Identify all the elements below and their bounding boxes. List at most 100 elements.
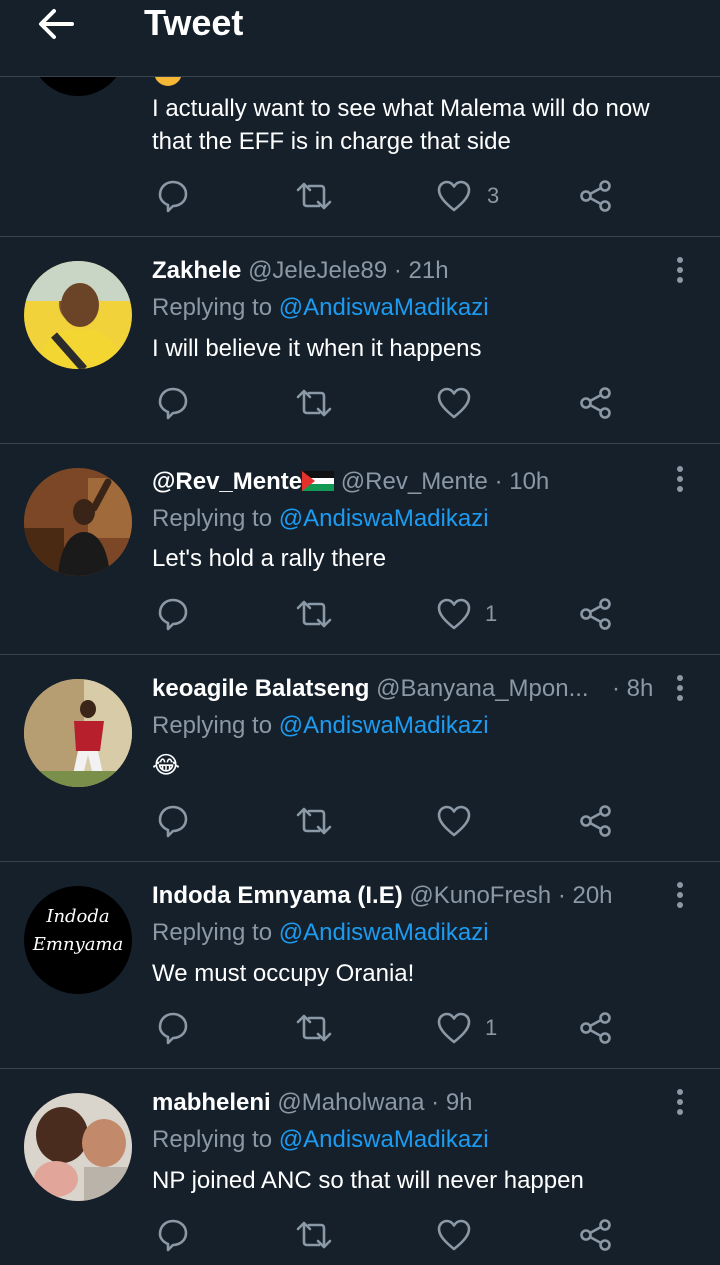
reply-icon — [158, 1012, 188, 1045]
reply-tweet[interactable]: mabheleni @Maholwana · 9h Replying to @A… — [0, 1069, 720, 1265]
avatar-image — [24, 261, 132, 369]
heart-icon — [437, 598, 471, 630]
back-button[interactable] — [34, 6, 78, 42]
timestamp[interactable]: · 9h — [431, 1089, 472, 1116]
like-button[interactable] — [434, 176, 474, 216]
timestamp[interactable]: · 8h — [612, 674, 653, 704]
retweet-icon — [296, 1014, 332, 1042]
like-count: 1 — [485, 601, 498, 626]
like-button[interactable] — [434, 801, 474, 841]
user-handle[interactable]: @Maholwana — [277, 1089, 424, 1116]
avatar-text-1: Indoda — [46, 906, 110, 927]
replying-to-link[interactable]: @AndiswaMadikazi — [279, 712, 489, 739]
tweet-text: We must occupy Orania! — [152, 960, 415, 987]
timestamp[interactable]: · 10h — [495, 468, 550, 495]
avatar[interactable] — [24, 261, 132, 369]
more-options-button[interactable] — [668, 674, 692, 704]
more-vertical-icon — [677, 675, 683, 701]
heart-icon — [437, 1012, 471, 1044]
display-name[interactable]: Zakhele — [152, 257, 241, 284]
more-vertical-icon — [677, 257, 683, 283]
like-count: 3 — [487, 183, 500, 208]
like-count: 1 — [485, 1015, 498, 1040]
user-handle[interactable]: @Banyana_Mpon... — [376, 675, 589, 702]
top-bar: Tweet — [0, 0, 720, 77]
timestamp[interactable]: · 21h — [394, 257, 449, 284]
more-options-button[interactable] — [668, 881, 692, 911]
replying-to-link[interactable]: @AndiswaMadikazi — [279, 294, 489, 321]
replying-to-link[interactable]: @AndiswaMadikazi — [279, 919, 489, 946]
avatar-image — [24, 468, 132, 576]
heart-icon — [437, 180, 471, 212]
reply-button[interactable] — [152, 176, 192, 216]
retweet-icon — [296, 389, 332, 417]
flag-icon — [302, 471, 335, 491]
tweet-text: 😂 — [152, 752, 181, 779]
retweet-icon — [296, 807, 332, 835]
retweet-icon — [296, 600, 332, 628]
like-button[interactable] — [434, 383, 474, 423]
tweet-text: NP joined ANC so that will never happen — [152, 1167, 584, 1194]
heart-icon — [437, 387, 471, 419]
reply-button[interactable] — [152, 1215, 192, 1255]
retweet-button[interactable] — [294, 1008, 334, 1048]
retweet-button[interactable] — [294, 1215, 334, 1255]
replying-label: Replying to — [152, 294, 273, 321]
like-button[interactable] — [434, 594, 474, 634]
user-handle[interactable]: @JeleJele89 — [248, 257, 387, 284]
like-button[interactable] — [434, 1215, 474, 1255]
reply-button[interactable] — [152, 594, 192, 634]
share-button[interactable] — [576, 1215, 616, 1255]
avatar-image — [24, 679, 132, 787]
replying-label: Replying to — [152, 919, 273, 946]
tweet-text-line-1: I actually want to see what Malema will … — [152, 95, 650, 122]
reply-button[interactable] — [152, 1008, 192, 1048]
display-name[interactable]: @Rev_Mente — [152, 468, 302, 495]
tweet-text: I will believe it when it happens — [152, 335, 482, 362]
reply-button[interactable] — [152, 801, 192, 841]
display-name[interactable]: Indoda Emnyama (I.E) — [152, 882, 403, 909]
retweet-button[interactable] — [294, 594, 334, 634]
replying-to-link[interactable]: @AndiswaMadikazi — [279, 1126, 489, 1153]
retweet-icon — [296, 182, 332, 210]
share-button[interactable] — [576, 594, 616, 634]
more-options-button[interactable] — [668, 1088, 692, 1118]
reply-tweet[interactable]: Zakhele @JeleJele89 · 21h Replying to @A… — [0, 237, 720, 444]
share-button[interactable] — [576, 1008, 616, 1048]
reply-icon — [158, 1219, 188, 1252]
user-handle[interactable]: @KunoFresh — [409, 882, 551, 909]
replying-to-link[interactable]: @AndiswaMadikazi — [279, 505, 489, 532]
user-handle[interactable]: @Rev_Mente — [341, 468, 488, 495]
display-name[interactable]: keoagile Balatseng — [152, 675, 369, 702]
share-button[interactable] — [576, 176, 616, 216]
avatar[interactable] — [24, 679, 132, 787]
retweet-button[interactable] — [294, 383, 334, 423]
retweet-icon — [296, 1221, 332, 1249]
heart-icon — [437, 805, 471, 837]
more-options-button[interactable] — [668, 465, 692, 495]
more-options-button[interactable] — [668, 256, 692, 286]
replying-label: Replying to — [152, 1126, 273, 1153]
retweet-button[interactable] — [294, 176, 334, 216]
display-name[interactable]: mabheleni — [152, 1089, 271, 1116]
avatar[interactable] — [24, 468, 132, 576]
reply-tweet[interactable]: Indoda Emnyama Indoda Emnyama (I.E) @Kun… — [0, 862, 720, 1069]
share-icon — [580, 1219, 611, 1251]
more-vertical-icon — [677, 1089, 683, 1115]
like-button[interactable] — [434, 1008, 474, 1048]
avatar[interactable]: Indoda Emnyama — [24, 886, 132, 994]
share-button[interactable] — [576, 383, 616, 423]
share-icon — [580, 1012, 611, 1044]
timestamp[interactable]: · 20h — [558, 882, 613, 909]
retweet-button[interactable] — [294, 801, 334, 841]
reply-tweet[interactable]: keoagile Balatseng @Banyana_Mpon... · 8h… — [0, 655, 720, 862]
share-button[interactable] — [576, 801, 616, 841]
avatar[interactable] — [24, 1093, 132, 1201]
reply-tweet[interactable]: @Rev_Mente @Rev_Mente · 10h Replying to … — [0, 444, 720, 655]
share-icon — [580, 180, 611, 212]
heart-icon — [437, 1219, 471, 1251]
reply-button[interactable] — [152, 383, 192, 423]
share-icon — [580, 387, 611, 419]
tweet-text-line-2: that the EFF is in charge that side — [152, 128, 511, 155]
avatar-text-2: Emnyama — [32, 934, 124, 955]
